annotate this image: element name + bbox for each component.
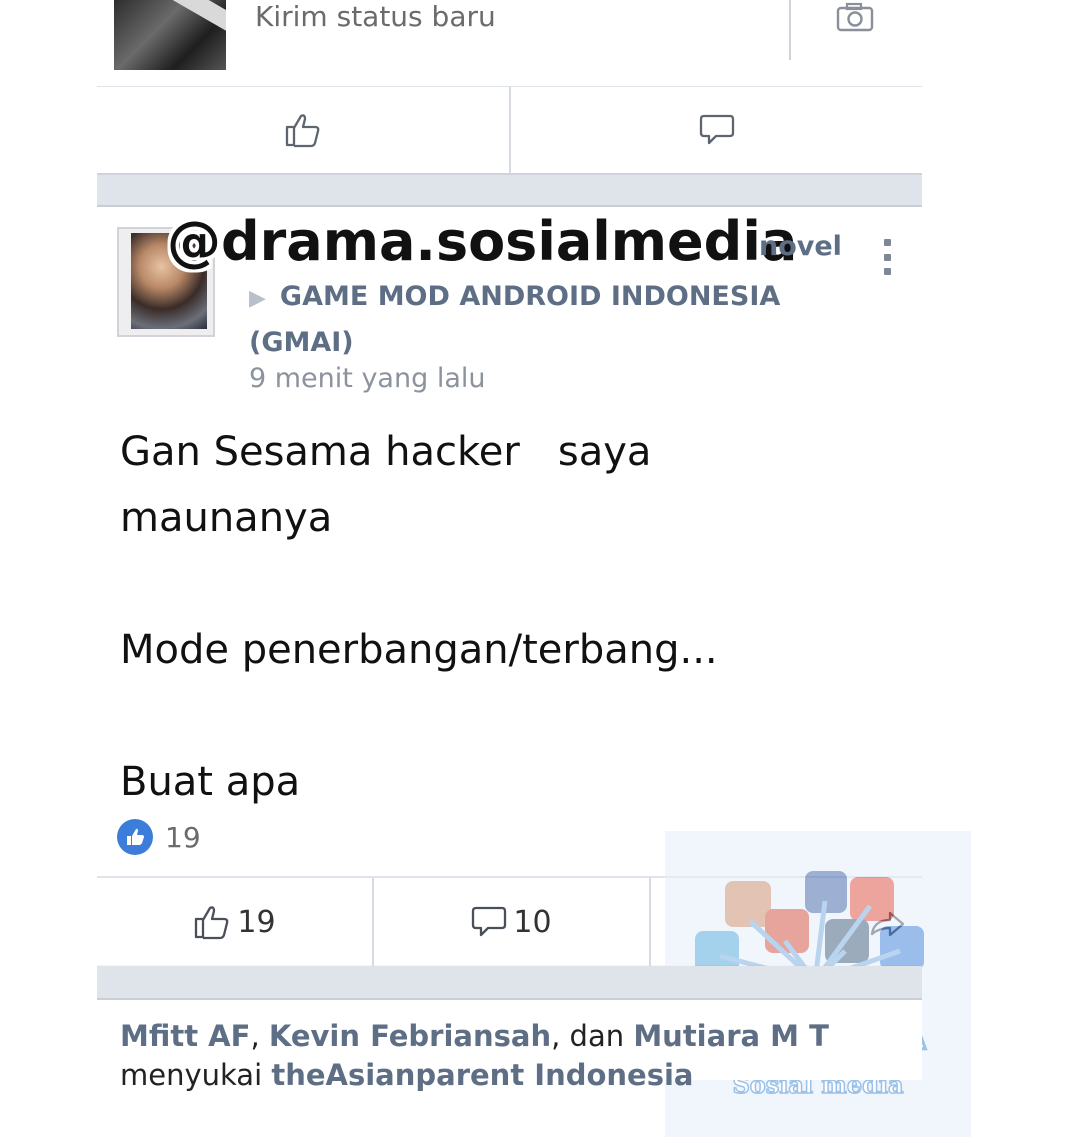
like-count: 19: [237, 904, 276, 940]
thumbs-up-icon: [195, 906, 229, 940]
liker-name[interactable]: Mfitt AF: [120, 1019, 250, 1053]
arrow-right-icon: ▶: [249, 286, 266, 311]
post-line: Gan Sesama hacker saya: [120, 429, 652, 475]
verb-text: menyukai: [120, 1058, 272, 1092]
feed-separator: [97, 966, 922, 1000]
composer-divider: [789, 0, 791, 60]
author-name[interactable]: novel: [759, 231, 842, 262]
post-line: [120, 551, 800, 617]
liked-page-line: menyukai theAsianparent Indonesia: [120, 1058, 694, 1092]
post-line: Buat apa: [120, 759, 301, 805]
user-avatar[interactable]: [114, 0, 226, 70]
like-badge-icon: [117, 819, 153, 855]
comment-icon: [472, 906, 507, 937]
comment-count: 10: [513, 904, 552, 940]
composer-actions: [97, 87, 922, 175]
post-like-button[interactable]: 19: [97, 878, 374, 966]
post-line: [120, 683, 800, 749]
separator-text: , dan: [551, 1019, 634, 1053]
liker-name[interactable]: Mutiara M T: [633, 1019, 829, 1053]
comment-icon: [699, 114, 734, 145]
liked-by-line: Mfitt AF, Kevin Febriansah, dan Mutiara …: [120, 1014, 829, 1058]
post-body: Gan Sesama hacker saya maunanya Mode pen…: [120, 419, 800, 815]
camera-icon[interactable]: [835, 2, 875, 32]
news-feed: Kirim status baru @drama.sosialmedia nov…: [97, 0, 971, 1137]
thumbs-up-icon: [285, 114, 320, 148]
post-line: Mode penerbangan/terbang...: [120, 627, 718, 673]
status-composer: Kirim status baru: [97, 0, 922, 87]
status-input[interactable]: Kirim status baru: [255, 0, 496, 34]
post-comment-button[interactable]: 10: [374, 878, 651, 966]
feed-post: @drama.sosialmedia novel ▶ GAME MOD ANDRO…: [97, 207, 971, 1137]
feed-post-next: Mfitt AF, Kevin Febriansah, dan Mutiara …: [97, 1000, 922, 1092]
post-line: maunanya: [120, 495, 333, 541]
post-timestamp: 9 menit yang lalu: [249, 363, 486, 394]
liker-name[interactable]: Kevin Febriansah: [269, 1019, 551, 1053]
separator-text: ,: [250, 1019, 269, 1053]
like-button[interactable]: [97, 87, 511, 173]
comment-button[interactable]: [511, 87, 922, 173]
watermark-text: @drama.sosialmedia: [167, 210, 798, 273]
page-link[interactable]: theAsianparent Indonesia: [271, 1058, 693, 1092]
group-name: GAME MOD ANDROID INDONESIA (GMAI): [249, 281, 781, 358]
post-menu-icon[interactable]: [883, 239, 891, 275]
feed-separator: [97, 175, 922, 207]
reaction-summary[interactable]: 19: [117, 819, 201, 855]
group-link[interactable]: ▶ GAME MOD ANDROID INDONESIA (GMAI): [249, 275, 809, 365]
reaction-count: 19: [165, 820, 201, 854]
